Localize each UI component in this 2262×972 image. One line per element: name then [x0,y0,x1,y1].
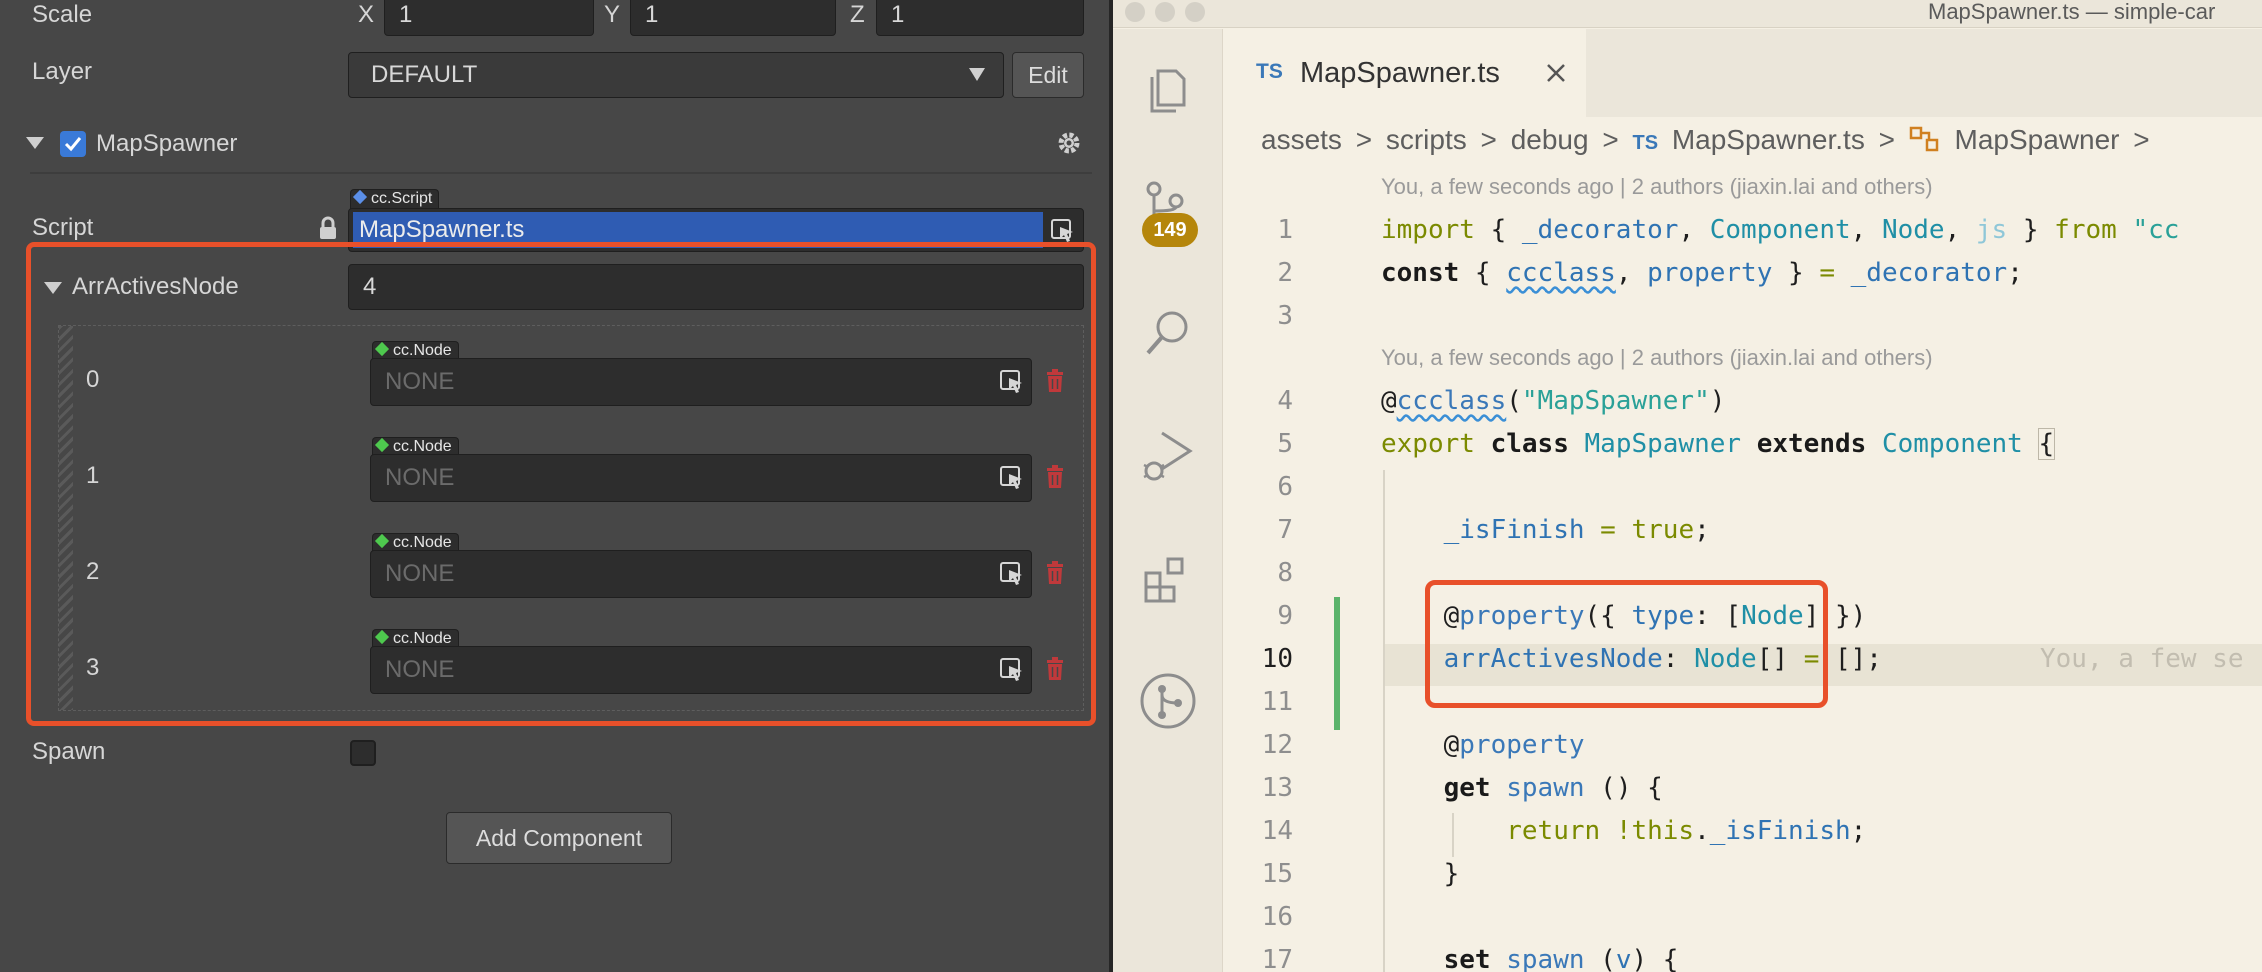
collapse-arrow-icon[interactable] [26,137,44,151]
code-line-5[interactable]: export class MapSpawner extends Componen… [1381,428,2056,460]
breadcrumb-item[interactable]: MapSpawner [1955,124,2120,155]
line-number: 13 [1261,773,1293,803]
code-line-15[interactable]: } [1381,859,1460,889]
codelens-blame[interactable]: You, a few seconds ago | 2 authors (jiax… [1381,174,1933,200]
line-number: 10 [1261,644,1293,674]
code-line-17[interactable]: set spawn (v) { [1381,945,1679,972]
breadcrumb-item[interactable]: assets [1261,124,1342,155]
script-tag-icon [352,189,368,205]
line-number: 7 [1277,515,1293,545]
line-number: 1 [1277,215,1293,245]
lock-icon [320,216,336,239]
spawn-label: Spawn [32,738,106,765]
git-added-marker [1334,597,1340,730]
scale-x-label: X [358,1,375,28]
line-number: 14 [1261,816,1293,846]
layer-label: Layer [32,58,93,85]
script-type-tag: cc.Script [350,189,440,209]
chevron-right-icon: > [1355,124,1373,155]
script-label: Script [32,214,94,241]
line-number: 5 [1277,429,1293,459]
highlight-box [26,242,1096,726]
tab-label: MapSpawner.ts [1300,57,1500,89]
close-icon[interactable] [1546,63,1566,83]
code-line-12[interactable]: @property [1381,730,1585,760]
script-type-text: cc.Script [371,190,433,207]
spawn-checkbox[interactable] [350,740,376,766]
breadcrumb-item[interactable]: MapSpawner.ts [1672,124,1865,155]
chevron-down-icon [969,68,985,81]
line-number: 2 [1277,258,1293,288]
breadcrumb: assets > scripts > debug > TS MapSpawner… [1261,124,2156,160]
code-highlight-box [1425,580,1828,708]
line-number: 9 [1277,601,1293,631]
window-zoom-dot[interactable] [1185,2,1205,22]
layer-select-value: DEFAULT [371,61,478,88]
inspector-panel: Scale X 1 Y 1 Z 1 Layer DEFAULT Edit Map… [0,0,1109,972]
layer-edit-button[interactable]: Edit [1012,52,1084,98]
title-bar: MapSpawner.ts — simple-car [1113,0,2262,28]
explorer-icon[interactable] [1132,51,1204,123]
code-editor-window: MapSpawner.ts — simple-car 149 TS MapSpa… [1113,0,2262,972]
scale-y-label: Y [604,1,621,28]
line-number: 11 [1261,687,1293,717]
code-line-14[interactable]: return !this._isFinish; [1381,816,1866,846]
line-number: 16 [1261,902,1293,932]
scale-label: Scale [32,1,93,28]
inline-blame: You, a few se [2040,644,2244,674]
line-number: 8 [1277,558,1293,588]
code-line-4[interactable]: @ccclass("MapSpawner") [1381,386,1725,416]
window-minimize-dot[interactable] [1155,2,1175,22]
code-line-1[interactable]: import { _decorator, Component, Node, js… [1381,215,2179,245]
ts-file-icon: TS [1256,60,1283,83]
code-line-7[interactable]: _isFinish = true; [1381,515,1710,545]
scale-z-input[interactable]: 1 [876,0,1084,36]
scale-z-label: Z [850,1,865,28]
line-number: 15 [1261,859,1293,889]
line-number: 12 [1261,730,1293,760]
scale-y-input[interactable]: 1 [630,0,836,36]
tab-mapspawner[interactable]: TS MapSpawner.ts [1224,29,1586,117]
window-title: MapSpawner.ts — simple-car [1928,0,2216,24]
gear-icon[interactable] [1056,130,1082,156]
chevron-right-icon: > [1480,124,1497,155]
indent-guide [1383,470,1385,972]
class-icon [1909,126,1938,152]
scm-badge: 149 [1142,213,1198,247]
chevron-right-icon: > [1602,124,1619,155]
scale-x-input[interactable]: 1 [384,0,594,36]
code-line-13[interactable]: get spawn () { [1381,773,1663,803]
tab-bar: TS MapSpawner.ts [1224,29,2262,117]
breadcrumb-item[interactable]: debug [1511,124,1589,155]
node-picker-icon[interactable] [1051,219,1075,243]
line-number: 17 [1261,945,1293,972]
add-component-button[interactable]: Add Component [446,812,672,864]
component-enabled-checkbox[interactable] [60,131,86,157]
chevron-right-icon: > [1878,124,1895,155]
component-name: MapSpawner [96,130,238,157]
line-number: 6 [1277,472,1293,502]
chevron-right-icon: > [2133,124,2150,155]
code-line-2[interactable]: const { ccclass, property } = _decorator… [1381,258,2023,288]
check-icon [64,137,82,152]
line-number: 3 [1277,301,1293,331]
line-number: 4 [1277,386,1293,416]
ts-file-icon: TS [1632,132,1659,154]
window-close-dot[interactable] [1125,2,1145,22]
breadcrumb-item[interactable]: scripts [1386,124,1467,155]
separator [30,172,1092,174]
layer-select[interactable]: DEFAULT [348,52,1004,98]
codelens-blame[interactable]: You, a few seconds ago | 2 authors (jiax… [1381,345,1933,371]
